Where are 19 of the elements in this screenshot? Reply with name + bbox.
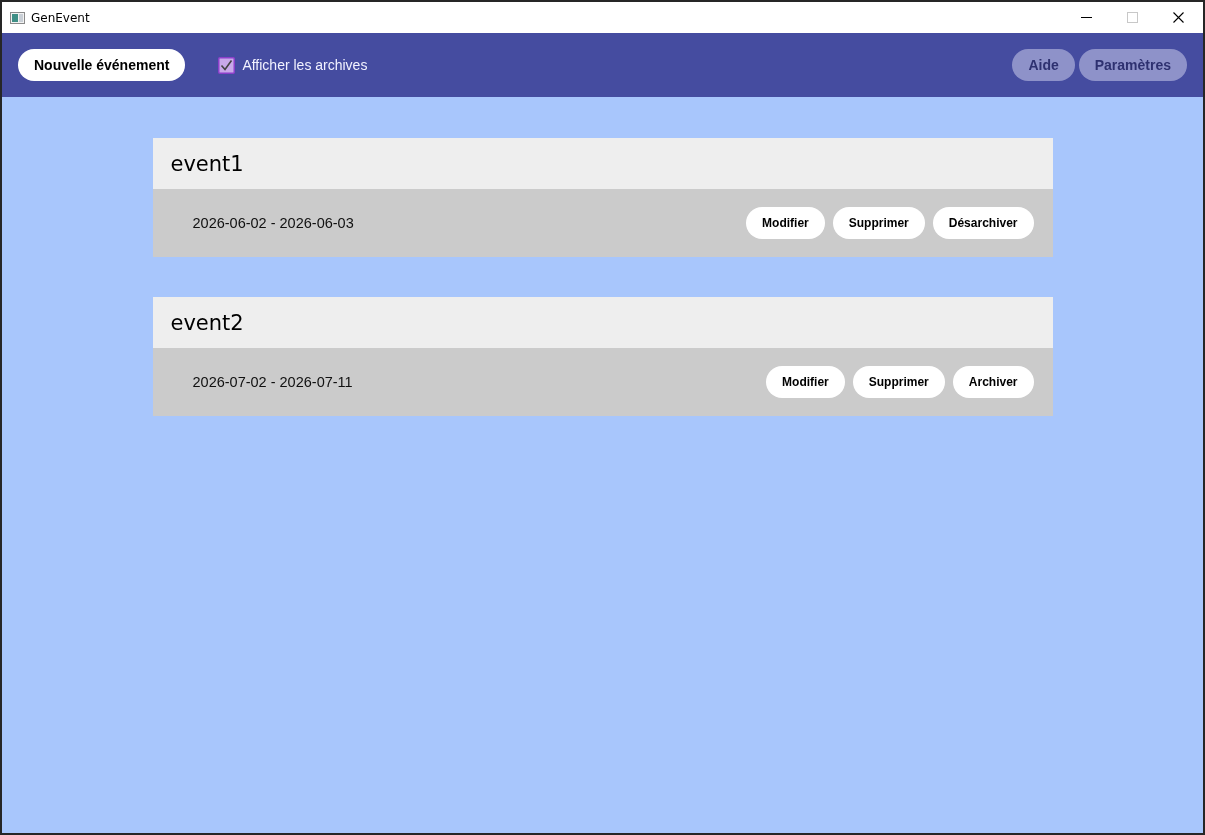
new-event-button[interactable]: Nouvelle événement: [18, 49, 186, 81]
event-dates: 2026-07-02 - 2026-07-11: [192, 374, 354, 390]
window-title: GenEvent: [31, 10, 91, 25]
event-title: event1: [170, 151, 244, 176]
event-action-button[interactable]: Modifier: [766, 366, 845, 398]
event-action-button[interactable]: Modifier: [746, 207, 825, 239]
toolbar-button[interactable]: Aide: [1012, 49, 1075, 81]
event-title: event2: [170, 310, 244, 335]
event-action-button[interactable]: Supprimer: [852, 366, 945, 398]
toolbar-button[interactable]: Paramètres: [1078, 49, 1187, 81]
archives-checkbox[interactable]: [218, 56, 236, 74]
event-action-button[interactable]: Archiver: [952, 366, 1034, 398]
app-icon: [10, 11, 25, 24]
minimize-icon[interactable]: [1080, 17, 1092, 18]
event-dates: 2026-06-02 - 2026-06-03: [192, 215, 355, 231]
close-icon[interactable]: [1172, 12, 1184, 23]
event-action-button[interactable]: Supprimer: [832, 207, 925, 239]
checkbox-label[interactable]: Afficher les archives: [242, 57, 368, 73]
event-action-button[interactable]: Désarchiver: [932, 207, 1034, 239]
